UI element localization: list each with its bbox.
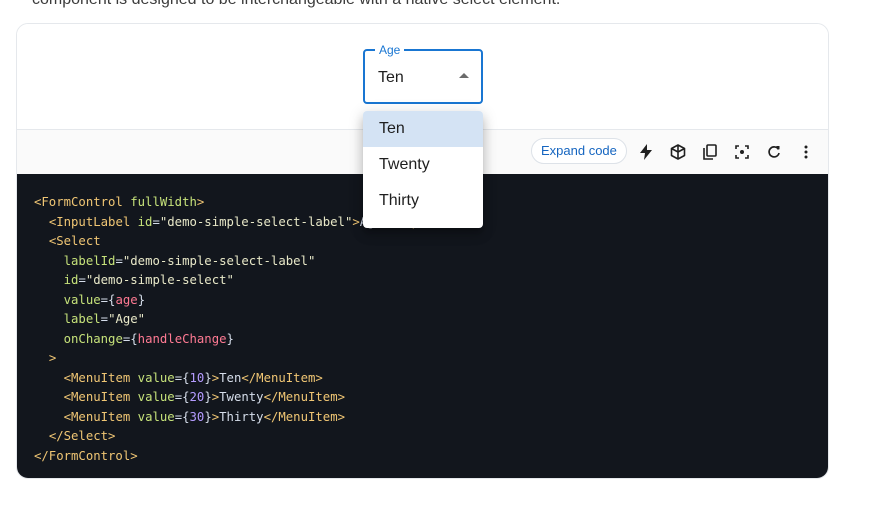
arrow-up-icon xyxy=(459,73,469,78)
code-token: value xyxy=(63,292,101,307)
code-token: = xyxy=(78,273,86,287)
code-token: 30 xyxy=(189,409,205,424)
more-icon[interactable] xyxy=(795,141,817,163)
code-token: onChange xyxy=(63,331,123,346)
menu-item-twenty[interactable]: Twenty xyxy=(363,147,483,183)
age-select-label: Age xyxy=(375,42,405,58)
code-token: ={ xyxy=(174,370,190,385)
code-token: </MenuItem> xyxy=(241,370,323,385)
code-token: <MenuItem xyxy=(63,370,138,385)
code-token: ={ xyxy=(100,292,116,307)
code-token: } xyxy=(204,390,212,404)
code-token: } xyxy=(204,370,212,385)
code-token: label xyxy=(63,312,101,326)
code-token: } xyxy=(204,409,212,424)
code-token: } xyxy=(226,331,234,346)
code-token: ={ xyxy=(122,331,138,346)
code-token: Thirty xyxy=(219,409,264,424)
code-token: labelId xyxy=(63,253,116,268)
code-token: ={ xyxy=(174,390,190,404)
code-line: </Select> xyxy=(34,427,478,447)
fullscreen-icon[interactable] xyxy=(731,141,753,163)
code-token: = xyxy=(100,312,109,326)
code-token: value xyxy=(137,409,175,424)
code-token: </FormControl> xyxy=(34,448,138,463)
age-dropdown-menu: Ten Twenty Thirty xyxy=(363,111,483,228)
code-token: </MenuItem> xyxy=(263,409,345,424)
code-token: <InputLabel xyxy=(48,214,138,229)
age-select[interactable]: Age Ten xyxy=(363,42,483,104)
codesandbox-icon[interactable] xyxy=(667,141,689,163)
code-token: "demo-simple-select" xyxy=(85,273,234,287)
code-line: <MenuItem value={10}>Ten</MenuItem> xyxy=(34,369,478,389)
expand-code-button[interactable]: Expand code xyxy=(531,138,627,164)
code-line: id="demo-simple-select" xyxy=(34,271,478,291)
code-token: id xyxy=(63,273,79,287)
code-token: Twenty xyxy=(219,390,264,404)
reset-icon[interactable] xyxy=(763,141,785,163)
code-lines: <FormControl fullWidth> <InputLabel id="… xyxy=(34,193,478,466)
code-token: </MenuItem> xyxy=(263,390,345,404)
code-token: <FormControl xyxy=(34,195,131,209)
code-token: </Select> xyxy=(48,429,116,443)
code-token: Ten xyxy=(219,370,242,385)
menu-item-ten[interactable]: Ten xyxy=(363,111,483,147)
code-token: 20 xyxy=(189,390,205,404)
code-token: <MenuItem xyxy=(63,409,138,424)
code-token: > xyxy=(196,195,205,209)
code-token: ={ xyxy=(174,409,190,424)
code-line: <MenuItem value={20}>Twenty</MenuItem> xyxy=(34,388,478,408)
age-select-value: Ten xyxy=(378,69,404,86)
flash-icon[interactable] xyxy=(635,141,657,163)
code-token: value xyxy=(137,370,175,385)
code-token: = xyxy=(152,214,160,229)
code-token: "demo-simple-select-label" xyxy=(122,253,316,268)
code-token: > xyxy=(352,214,360,229)
code-token: age xyxy=(115,292,138,307)
code-token: handleChange xyxy=(137,331,227,346)
code-line: label="Age" xyxy=(34,310,478,330)
intro-text: component is designed to be interchangea… xyxy=(32,0,560,9)
menu-item-thirty[interactable]: Thirty xyxy=(363,183,483,219)
code-line: <MenuItem value={30}>Thirty</MenuItem> xyxy=(34,408,478,428)
code-token: 10 xyxy=(189,370,205,385)
code-line: <Select xyxy=(34,232,478,252)
code-token: "demo-simple-select-label" xyxy=(159,214,353,229)
code-line: value={age} xyxy=(34,291,478,311)
code-token: "Age" xyxy=(108,312,146,326)
code-token: } xyxy=(137,292,146,307)
code-line: onChange={handleChange} xyxy=(34,330,478,350)
code-line: > xyxy=(34,349,478,369)
copy-icon[interactable] xyxy=(699,141,721,163)
code-line: </FormControl> xyxy=(34,447,478,467)
code-token: id xyxy=(137,214,153,229)
code-token: fullWidth xyxy=(130,195,197,209)
code-token: <Select xyxy=(48,234,101,248)
code-token: <MenuItem xyxy=(63,390,138,404)
code-line: labelId="demo-simple-select-label" xyxy=(34,252,478,272)
demo-card: Age Ten Expand code <FormControl fullWid… xyxy=(16,23,829,479)
code-token: = xyxy=(115,253,123,268)
code-token: > xyxy=(48,351,57,365)
code-token: value xyxy=(137,390,175,404)
